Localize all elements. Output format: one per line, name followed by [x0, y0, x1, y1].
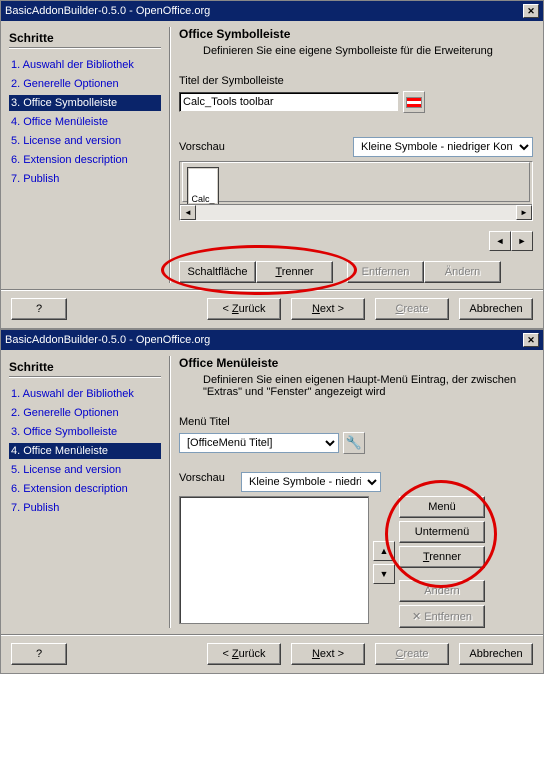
window-title: BasicAddonBuilder-0.5.0 - OpenOffice.org	[5, 334, 210, 346]
toolbar-preview: Calc_ ◄ ►	[179, 161, 533, 221]
sidebar-item-6[interactable]: 6. Extension description	[9, 481, 161, 497]
footer: ? < Zurück Next > Create Abbrechen	[1, 634, 543, 673]
sidebar: Schritte 1. Auswahl der Bibliothek 2. Ge…	[1, 21, 169, 289]
dialog-symbolleiste: BasicAddonBuilder-0.5.0 - OpenOffice.org…	[0, 0, 544, 329]
page-title: Office Symbolleiste	[179, 27, 533, 41]
add-separator-button[interactable]: Trenner	[399, 546, 485, 568]
flag-icon	[406, 97, 422, 108]
next-button[interactable]: Next >	[291, 298, 365, 320]
sidebar-item-4[interactable]: 4. Office Menüleiste	[9, 114, 161, 130]
back-button[interactable]: < Zurück	[207, 298, 281, 320]
back-button[interactable]: < Zurück	[207, 643, 281, 665]
preview-toolbar-item[interactable]: Calc_	[187, 167, 219, 205]
horizontal-scrollbar[interactable]: ◄ ►	[180, 204, 532, 220]
toolbar-title-input[interactable]	[179, 92, 399, 112]
scroll-left-icon[interactable]: ◄	[180, 205, 196, 220]
help-button[interactable]: ?	[11, 298, 67, 320]
sidebar: Schritte 1. Auswahl der Bibliothek 2. Ge…	[1, 350, 169, 634]
cancel-button[interactable]: Abbrechen	[459, 643, 533, 665]
move-left-button[interactable]: ◄	[489, 231, 511, 251]
create-button: Create	[375, 643, 449, 665]
sidebar-item-7[interactable]: 7. Publish	[9, 500, 161, 516]
sidebar-item-1[interactable]: 1. Auswahl der Bibliothek	[9, 386, 161, 402]
move-down-button[interactable]: ▼	[373, 564, 395, 584]
sidebar-item-1[interactable]: 1. Auswahl der Bibliothek	[9, 57, 161, 73]
sidebar-item-5[interactable]: 5. License and version	[9, 133, 161, 149]
menu-title-select[interactable]: [OfficeMenü Titel]	[179, 433, 339, 453]
close-icon[interactable]: ✕	[523, 4, 539, 18]
label-preview: Vorschau	[179, 141, 225, 153]
sidebar-item-4[interactable]: 4. Office Menüleiste	[9, 443, 161, 459]
add-submenu-button[interactable]: Untermenü	[399, 521, 485, 543]
help-button[interactable]: ?	[11, 643, 67, 665]
page-description: Definieren Sie einen eigenen Haupt-Menü …	[203, 374, 533, 398]
dialog-menueleiste: BasicAddonBuilder-0.5.0 - OpenOffice.org…	[0, 329, 544, 674]
main-panel: Office Symbolleiste Definieren Sie eine …	[171, 21, 543, 289]
page-title: Office Menüleiste	[179, 356, 533, 370]
menu-preview-list[interactable]	[179, 496, 369, 624]
gear-icon: 🔧	[346, 435, 362, 451]
window-title: BasicAddonBuilder-0.5.0 - OpenOffice.org	[5, 5, 210, 17]
sidebar-item-2[interactable]: 2. Generelle Optionen	[9, 405, 161, 421]
move-right-button[interactable]: ►	[511, 231, 533, 251]
next-button[interactable]: Next >	[291, 643, 365, 665]
scroll-right-icon[interactable]: ►	[516, 205, 532, 220]
label-preview: Vorschau	[179, 472, 235, 484]
sidebar-item-2[interactable]: 2. Generelle Optionen	[9, 76, 161, 92]
main-panel: Office Menüleiste Definieren Sie einen e…	[171, 350, 543, 634]
page-description: Definieren Sie eine eigene Symbolleiste …	[203, 45, 533, 57]
footer: ? < Zurück Next > Create Abbrechen	[1, 289, 543, 328]
titlebar[interactable]: BasicAddonBuilder-0.5.0 - OpenOffice.org…	[1, 1, 543, 21]
language-button[interactable]	[403, 91, 425, 113]
move-up-button[interactable]: ▲	[373, 541, 395, 561]
sidebar-item-3[interactable]: 3. Office Symbolleiste	[9, 424, 161, 440]
modify-button: Ändern	[399, 580, 485, 602]
sidebar-title: Schritte	[9, 31, 161, 45]
add-separator-button[interactable]: Trenner	[256, 261, 333, 283]
close-icon[interactable]: ✕	[523, 333, 539, 347]
remove-button: ✕ Entfernen	[399, 605, 485, 628]
sidebar-item-3[interactable]: 3. Office Symbolleiste	[9, 95, 161, 111]
add-button-button[interactable]: Schaltfläche	[179, 261, 256, 283]
cancel-button[interactable]: Abbrechen	[459, 298, 533, 320]
sidebar-item-7[interactable]: 7. Publish	[9, 171, 161, 187]
sidebar-item-6[interactable]: 6. Extension description	[9, 152, 161, 168]
label-menu-title: Menü Titel	[179, 416, 533, 428]
label-toolbar-title: Titel der Symbolleiste	[179, 75, 533, 87]
remove-button: Entfernen	[347, 261, 424, 283]
add-menu-button[interactable]: Menü	[399, 496, 485, 518]
icon-size-select[interactable]: Kleine Symbole - niedriger Kontrast	[241, 472, 381, 492]
icon-size-select[interactable]: Kleine Symbole - niedriger Kontrast	[353, 137, 533, 157]
sidebar-item-5[interactable]: 5. License and version	[9, 462, 161, 478]
sidebar-title: Schritte	[9, 360, 161, 374]
create-button: Create	[375, 298, 449, 320]
titlebar[interactable]: BasicAddonBuilder-0.5.0 - OpenOffice.org…	[1, 330, 543, 350]
modify-button: Ändern	[424, 261, 501, 283]
settings-button[interactable]: 🔧	[343, 432, 365, 454]
